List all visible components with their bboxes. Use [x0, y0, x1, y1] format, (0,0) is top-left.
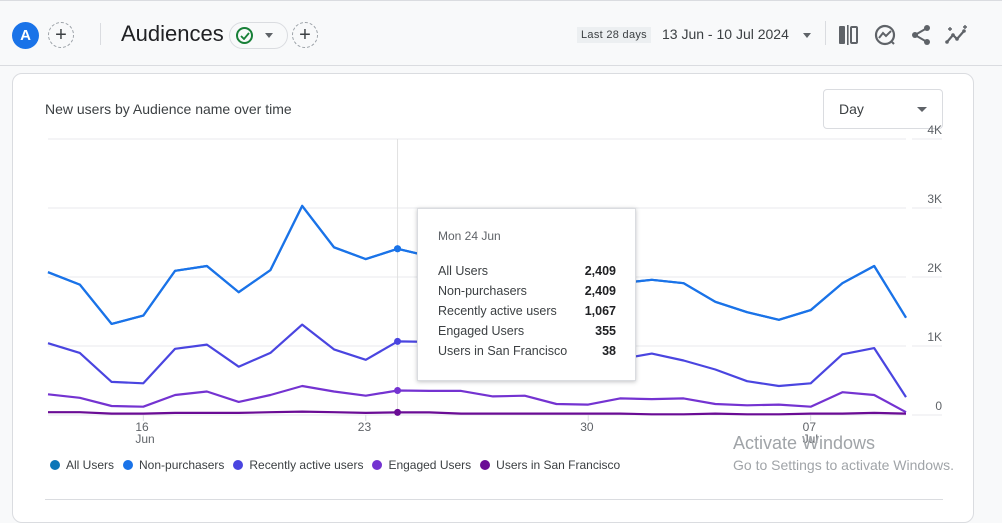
x-tick-sublabel: Jul: [803, 432, 818, 446]
tooltip-row: Non-purchasers 2,409: [438, 284, 616, 298]
tooltip-row: Recently active users 1,067: [438, 304, 616, 318]
tooltip-label: Recently active users: [438, 304, 557, 318]
x-tick-label: 23: [358, 420, 372, 434]
x-tick-label: 30: [580, 420, 594, 434]
tooltip-value: 2,409: [584, 284, 616, 298]
tooltip-value: 355: [595, 324, 616, 338]
chart-tooltip: Mon 24 Jun All Users 2,409 Non-purchasers…: [417, 208, 636, 381]
series-line-engaged-users: [47, 384, 907, 414]
tooltip-label: Engaged Users: [438, 324, 525, 338]
highlight-point: [394, 387, 402, 395]
tooltip-label: Non-purchasers: [438, 284, 527, 298]
tooltip-label: All Users: [438, 264, 489, 278]
y-tick-label: 4K: [927, 123, 942, 137]
tooltip-value: 2,409: [584, 264, 616, 278]
y-tick-label: 3K: [927, 192, 942, 206]
x-tick-sublabel: Jun: [135, 432, 154, 446]
highlight-point: [394, 245, 402, 253]
series-line-users-in-san-francisco: [48, 410, 907, 416]
y-tick-label: 0: [935, 399, 942, 413]
highlight-point: [394, 408, 402, 416]
tooltip-row: Engaged Users 355: [438, 324, 616, 338]
y-tick-label: 2K: [927, 261, 942, 275]
tooltip-row: All Users 2,409: [438, 264, 616, 278]
tooltip-row: Users in San Francisco 38: [438, 344, 616, 358]
tooltip-value: 38: [602, 344, 616, 358]
y-tick-label: 1K: [927, 330, 942, 344]
highlight-point: [394, 337, 402, 345]
tooltip-value: 1,067: [584, 304, 616, 318]
tooltip-date: Mon 24 Jun: [438, 229, 501, 243]
tooltip-label: Users in San Francisco: [438, 344, 568, 358]
